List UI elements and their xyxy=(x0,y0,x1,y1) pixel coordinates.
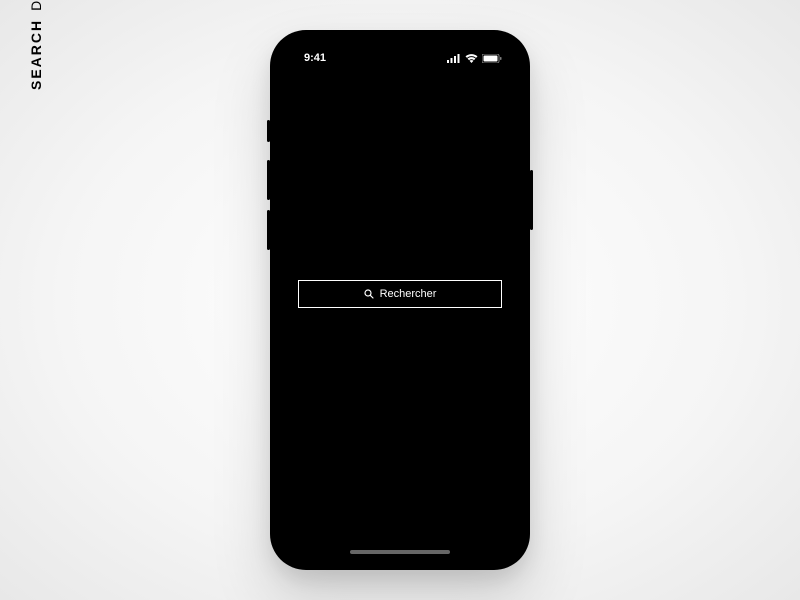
status-time: 9:41 xyxy=(304,52,326,64)
volume-down-button xyxy=(267,210,270,250)
home-indicator[interactable] xyxy=(350,550,450,554)
volume-up-button xyxy=(267,160,270,200)
page-label-title: SEARCH xyxy=(28,19,44,90)
page-label: DAILY UI 22 SEARCH xyxy=(28,0,44,90)
phone-frame: 9:41 Rec xyxy=(270,30,530,570)
battery-icon xyxy=(482,54,502,63)
mute-switch xyxy=(267,120,270,142)
page-label-prefix: DAILY UI 22 xyxy=(28,0,44,11)
phone-mockup: 9:41 Rec xyxy=(270,30,530,570)
status-indicators xyxy=(447,54,502,63)
screen: 9:41 Rec xyxy=(280,40,520,560)
notch xyxy=(340,30,460,52)
search-icon xyxy=(364,289,374,299)
search-input[interactable]: Rechercher xyxy=(298,280,502,308)
search-placeholder: Rechercher xyxy=(380,288,437,300)
power-button xyxy=(530,170,533,230)
search-container: Rechercher xyxy=(298,280,502,308)
wifi-icon xyxy=(465,54,478,63)
cellular-signal-icon xyxy=(447,54,461,63)
